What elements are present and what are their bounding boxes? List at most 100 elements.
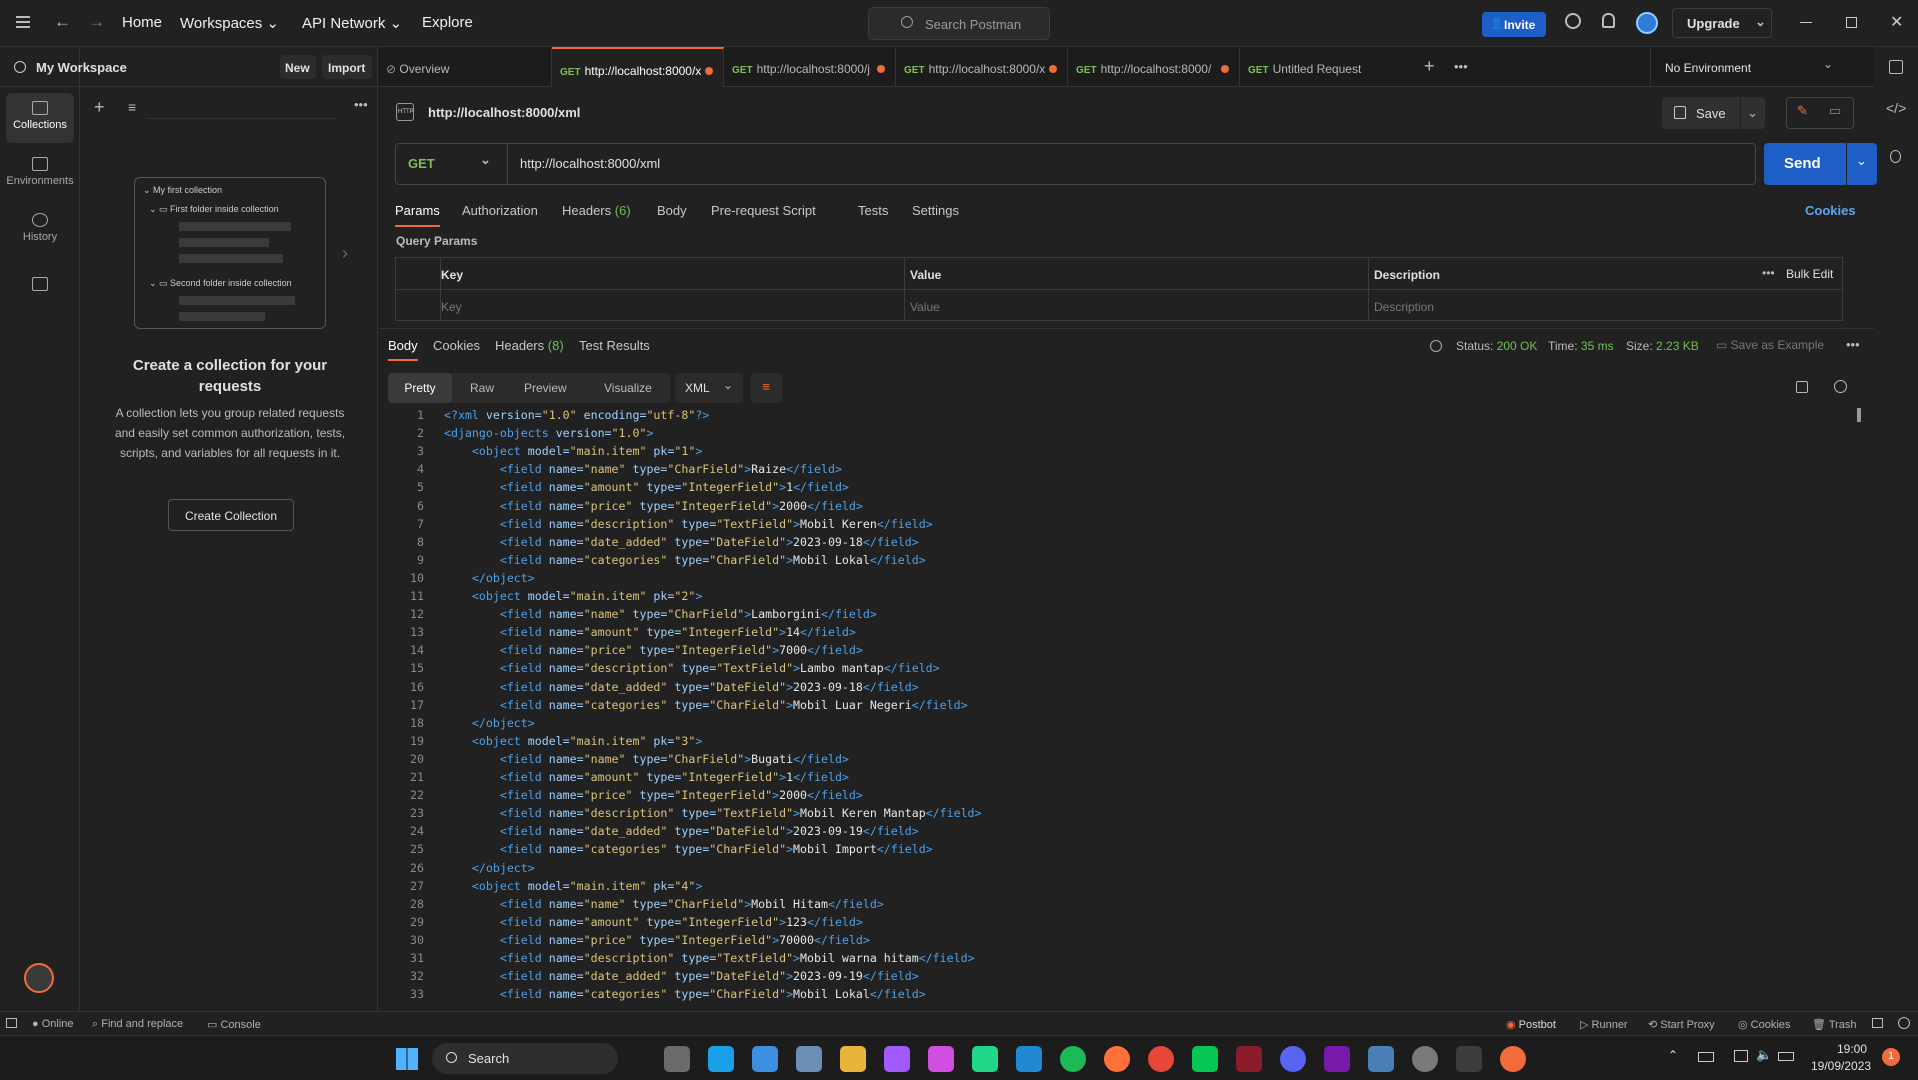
runner-button[interactable]: ▷ Runner <box>1580 1018 1628 1031</box>
file-explorer-icon[interactable] <box>840 1046 866 1072</box>
collection-search-input[interactable] <box>146 97 336 119</box>
format-select[interactable]: XML ⌄ <box>675 373 743 403</box>
panel-toggle-icon[interactable] <box>6 1018 17 1028</box>
tab-response-headers[interactable]: Headers (8) <box>495 338 564 353</box>
view-pretty[interactable]: Pretty <box>388 373 452 403</box>
discord-icon[interactable] <box>1280 1046 1306 1072</box>
add-icon[interactable]: + <box>94 97 105 118</box>
view-preview[interactable]: Preview <box>524 381 567 395</box>
nav-explore[interactable]: Explore <box>422 14 473 31</box>
terminal-icon[interactable] <box>1456 1046 1482 1072</box>
vscode-icon[interactable] <box>1016 1046 1042 1072</box>
help-icon[interactable] <box>1898 1017 1910 1029</box>
menu-icon[interactable] <box>16 16 30 18</box>
online-status[interactable]: ● Online <box>32 1018 74 1030</box>
view-raw[interactable]: Raw <box>470 381 494 395</box>
new-tab-icon[interactable]: + <box>1424 56 1435 77</box>
tab-request-1[interactable]: GET http://localhost:8000/x <box>552 47 724 87</box>
clock-time[interactable]: 19:00 <box>1837 1042 1867 1056</box>
description-input[interactable]: Description <box>1374 300 1434 314</box>
virtualbox-icon[interactable] <box>1368 1046 1394 1072</box>
more-tabs-icon[interactable]: ••• <box>1454 59 1468 74</box>
send-options-button[interactable]: ⌄ <box>1847 143 1877 185</box>
postman-icon[interactable] <box>1500 1046 1526 1072</box>
key-input[interactable]: Key <box>441 300 462 314</box>
tab-response-body[interactable]: Body <box>388 338 418 361</box>
more-icon[interactable]: ••• <box>354 97 368 112</box>
tab-body[interactable]: Body <box>657 203 687 218</box>
copy-icon[interactable] <box>1796 381 1808 393</box>
line-icon[interactable] <box>1192 1046 1218 1072</box>
code-editor[interactable]: 1 <?xml version="1.0" encoding="utf-8"?> 2… <box>378 408 1858 1008</box>
task-view-icon[interactable] <box>664 1046 690 1072</box>
trash-button[interactable]: 🗑 Trash <box>1812 1018 1857 1031</box>
network-icon[interactable] <box>1734 1050 1748 1062</box>
windows-start-icon[interactable] <box>396 1048 418 1070</box>
url-input[interactable]: http://localhost:8000/xml <box>520 156 660 171</box>
value-input[interactable]: Value <box>910 300 940 314</box>
edit-toggle[interactable]: ✎ ▭ <box>1786 97 1854 129</box>
environment-select[interactable]: No Environment ⌄ <box>1650 47 1842 87</box>
tab-request-5[interactable]: GET Untitled Request <box>1240 47 1412 87</box>
onenote-icon[interactable] <box>1324 1046 1350 1072</box>
wrap-lines-button[interactable]: ≡ <box>750 373 782 403</box>
sidebar-item-history[interactable]: History <box>6 205 74 255</box>
chrome-icon[interactable] <box>1148 1046 1174 1072</box>
restore-icon[interactable] <box>1846 17 1857 28</box>
notification-badge[interactable]: 1 <box>1882 1048 1900 1066</box>
app-icon[interactable] <box>796 1046 822 1072</box>
send-button[interactable]: Send <box>1764 143 1846 185</box>
sidebar-item-collections[interactable]: Collections <box>6 93 74 143</box>
search-input[interactable]: Search Postman <box>868 7 1050 40</box>
tab-settings[interactable]: Settings <box>912 203 959 218</box>
more-icon[interactable]: ••• <box>1762 266 1775 280</box>
forward-icon[interactable]: → <box>88 12 105 32</box>
pycharm-icon[interactable] <box>972 1046 998 1072</box>
method-select[interactable]: GET ⌄ <box>396 144 508 184</box>
invite-button[interactable]: 👤 Invite <box>1482 12 1546 37</box>
cookies-button[interactable]: ◎ Cookies <box>1738 1018 1790 1031</box>
tab-authorization[interactable]: Authorization <box>462 203 538 218</box>
clock-date[interactable]: 19/09/2023 <box>1811 1059 1871 1073</box>
tab-request-3[interactable]: GET http://localhost:8000/x <box>896 47 1068 87</box>
tab-test-results[interactable]: Test Results <box>579 338 650 353</box>
close-icon[interactable]: ✕ <box>1890 12 1903 32</box>
settings-icon[interactable] <box>1412 1046 1438 1072</box>
notepad-icon[interactable] <box>752 1046 778 1072</box>
scrollbar-thumb[interactable] <box>1857 408 1861 422</box>
app-icon[interactable] <box>1236 1046 1262 1072</box>
settings-icon[interactable] <box>1565 13 1581 29</box>
taskbar-search[interactable]: Search <box>432 1043 618 1074</box>
tab-headers[interactable]: Headers (6) <box>562 203 631 218</box>
nav-workspaces[interactable]: Workspaces ⌄ <box>180 14 279 32</box>
code-icon[interactable]: </> <box>1886 100 1906 116</box>
nav-home[interactable]: Home <box>122 14 162 31</box>
postbot-button[interactable]: ◉ Postbot <box>1506 1018 1556 1031</box>
layout-icon[interactable] <box>1872 1018 1883 1028</box>
save-options-button[interactable]: ⌄ <box>1741 97 1765 129</box>
find-replace-button[interactable]: ⌕ Find and replace <box>92 1018 183 1031</box>
battery-icon[interactable] <box>1778 1052 1794 1061</box>
volume-icon[interactable]: 🔈 <box>1756 1047 1772 1063</box>
spotify-icon[interactable] <box>1060 1046 1086 1072</box>
firefox-icon[interactable] <box>1104 1046 1130 1072</box>
tab-request-2[interactable]: GET http://localhost:8000/j <box>724 47 896 87</box>
sidebar-toggle-icon[interactable] <box>1889 60 1903 74</box>
sidebar-item-environments[interactable]: Environments <box>6 149 74 199</box>
filter-icon[interactable]: ≡ <box>128 99 136 115</box>
search-icon[interactable] <box>1834 380 1847 393</box>
bulk-edit-link[interactable]: Bulk Edit <box>1786 267 1833 281</box>
figma-icon[interactable] <box>884 1046 910 1072</box>
tray-chevron-icon[interactable]: ⌃ <box>1668 1048 1678 1062</box>
back-icon[interactable]: ← <box>54 12 71 32</box>
upgrade-button[interactable]: Upgrade ⌄ <box>1672 8 1772 38</box>
lightbulb-icon[interactable] <box>1890 150 1901 163</box>
console-button[interactable]: ▭ Console <box>207 1018 261 1031</box>
sidebar-item-configure[interactable] <box>6 269 74 299</box>
keyboard-icon[interactable] <box>1698 1052 1714 1062</box>
create-collection-button[interactable]: Create Collection <box>168 499 294 531</box>
tab-tests[interactable]: Tests <box>858 203 888 218</box>
nav-api-network[interactable]: API Network ⌄ <box>302 14 402 32</box>
more-icon[interactable]: ••• <box>1846 337 1860 352</box>
cookies-link[interactable]: Cookies <box>1805 203 1856 218</box>
